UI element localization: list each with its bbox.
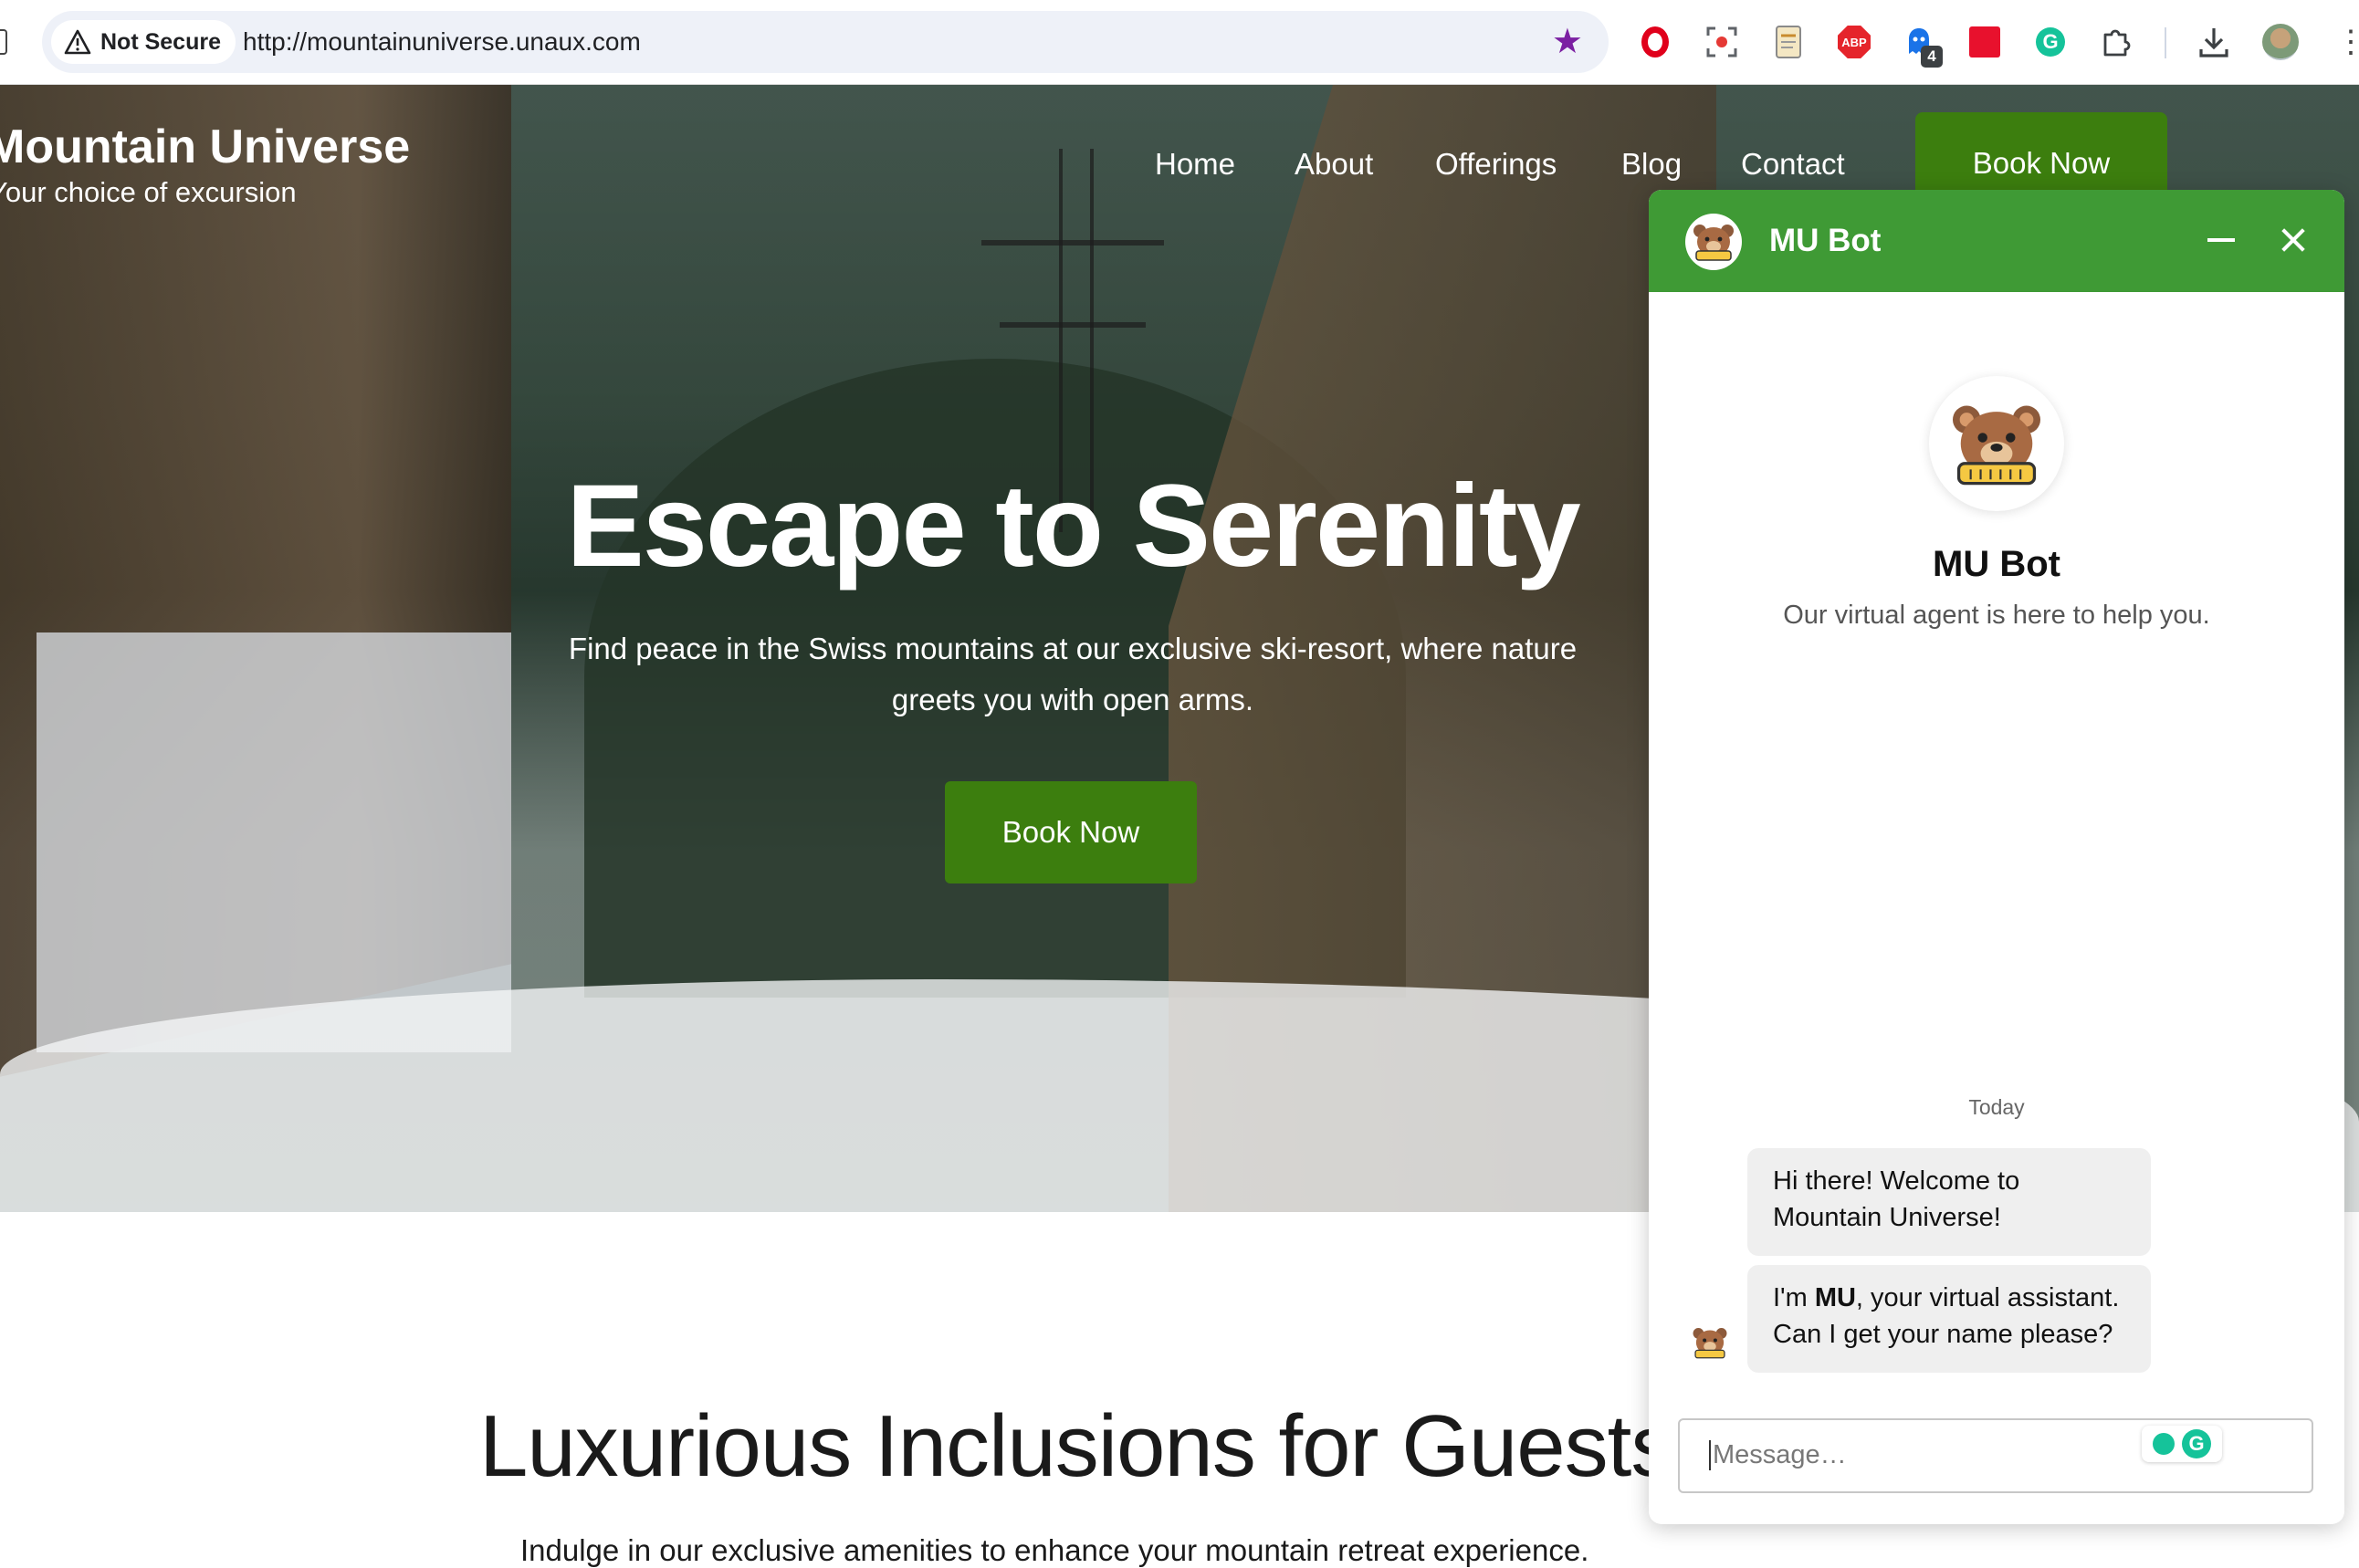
bear-icon [1693, 225, 1734, 261]
hero-subtitle: Find peace in the Swiss mountains at our… [568, 632, 1578, 716]
warning-icon [64, 29, 91, 55]
notes-icon[interactable] [1770, 24, 1807, 60]
bear-icon [1693, 1328, 1727, 1359]
screen-capture-icon[interactable] [1704, 24, 1740, 60]
message-text-bold: MU [1814, 1283, 1856, 1312]
hero-book-now-button[interactable]: Book Now [945, 781, 1197, 883]
minimize-button[interactable] [2196, 215, 2246, 265]
nav-offerings[interactable]: Offerings [1435, 147, 1557, 182]
profile-avatar[interactable] [2262, 24, 2299, 60]
address-bar[interactable]: Not Secure http://mountainuniverse.unaux… [42, 11, 1609, 73]
browser-menu-icon[interactable]: ⋮ [2333, 24, 2359, 60]
bot-intro-avatar [1929, 376, 2064, 511]
bot-message: Hi there! Welcome to Mountain Universe! [1747, 1148, 2151, 1256]
url-text[interactable]: http://mountainuniverse.unaux.com [243, 27, 641, 57]
tab-edge[interactable] [0, 29, 7, 55]
bot-description: Our virtual agent is here to help you. [1783, 601, 2210, 630]
browser-toolbar: Not Secure http://mountainuniverse.unaux… [0, 0, 2359, 85]
nav-blog[interactable]: Blog [1621, 147, 1682, 182]
message-placeholder: Message… [1709, 1440, 1847, 1470]
mendeley-icon[interactable] [1966, 24, 2003, 60]
message-text-prefix: I'm [1773, 1283, 1815, 1312]
grammarly-glyph: G [2036, 27, 2065, 57]
bot-message: I'm MU, your virtual assistant. Can I ge… [1747, 1265, 2151, 1373]
chat-header-title: MU Bot [1769, 223, 1882, 258]
adblock-plus-icon[interactable]: ABP [1836, 24, 1872, 60]
security-label: Not Secure [100, 28, 221, 55]
hero-tower-arm [981, 240, 1164, 246]
grammarly-icon[interactable]: G [2032, 24, 2069, 60]
grammarly-widget[interactable]: G [2142, 1426, 2222, 1462]
hero-tower-arm [1000, 322, 1146, 328]
bear-icon [1953, 405, 2040, 486]
bot-name: MU Bot [1933, 544, 2060, 584]
nav-about[interactable]: About [1295, 147, 1373, 182]
hero-house-wall [37, 632, 511, 1052]
download-icon[interactable] [2196, 24, 2232, 60]
chat-header: MU Bot [1649, 190, 2344, 292]
grammarly-icon[interactable]: G [2182, 1429, 2211, 1458]
site-tagline: Your choice of excursion [0, 176, 297, 208]
extensions-puzzle-icon[interactable] [2098, 24, 2134, 60]
message-input[interactable]: Message… G [1678, 1418, 2313, 1493]
ghostery-badge: 4 [1921, 46, 1943, 68]
nav-contact[interactable]: Contact [1741, 147, 1845, 182]
close-icon[interactable] [2270, 215, 2319, 265]
abp-label: ABP [1838, 26, 1871, 58]
bear-avatar [1685, 214, 1742, 270]
section-subtitle: Indulge in our exclusive amenities to en… [520, 1533, 1589, 1567]
bookmark-star-icon[interactable]: ★ [1552, 24, 1583, 60]
chat-widget: MU Bot MU Bot Our virtual agent is here … [1649, 190, 2344, 1524]
day-separator: Today [1968, 1095, 2025, 1119]
opera-icon[interactable] [1637, 24, 1673, 60]
section-heading: Luxurious Inclusions for Guests [479, 1397, 1674, 1495]
security-indicator[interactable]: Not Secure [51, 20, 236, 64]
ghostery-icon[interactable]: 4 [1901, 24, 1943, 68]
site-title[interactable]: Mountain Universe [0, 120, 410, 174]
minimize-icon [2207, 238, 2235, 242]
toolbar-divider [2165, 27, 2166, 58]
nav-home[interactable]: Home [1155, 147, 1235, 182]
lightbulb-icon[interactable] [2153, 1433, 2175, 1455]
message-text: Hi there! Welcome to Mountain Universe! [1773, 1166, 2020, 1232]
